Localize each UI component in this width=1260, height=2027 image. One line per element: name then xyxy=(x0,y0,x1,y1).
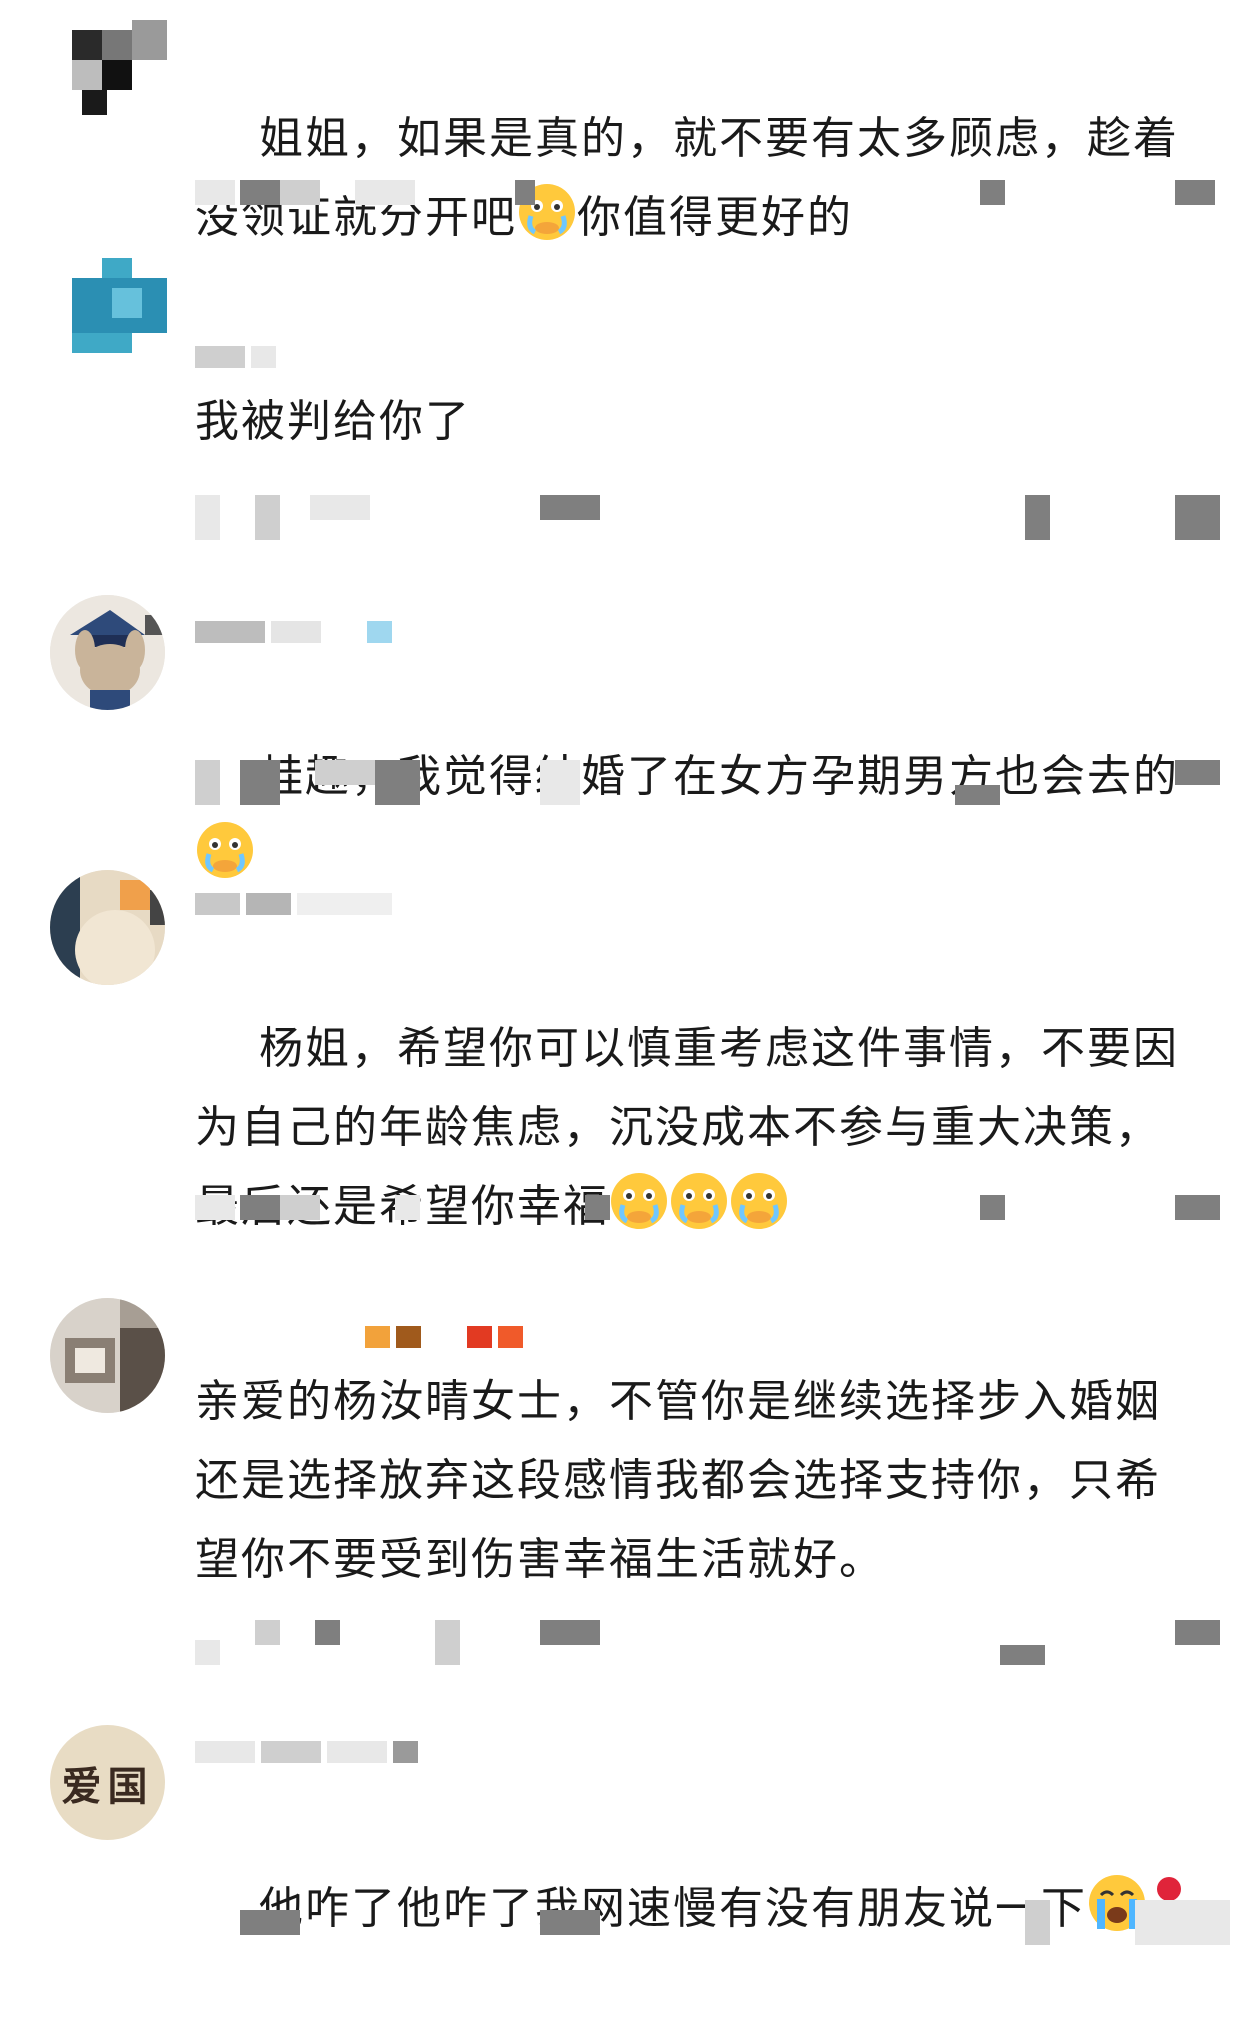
comment-meta-mosaic xyxy=(195,1900,1230,1945)
avatar-image xyxy=(72,258,167,353)
avatar-calligraphy: 爱国 xyxy=(61,1762,154,1810)
comment-text: 我被判给你了 xyxy=(195,396,471,447)
avatar[interactable] xyxy=(50,870,165,985)
username-mosaic[interactable] xyxy=(195,1740,418,1764)
username-mosaic[interactable] xyxy=(195,345,276,369)
avatar[interactable] xyxy=(72,258,167,353)
avatar-image xyxy=(72,20,167,115)
comment-text: 蛙趣，我觉得结婚了在女方孕期男方也会去的 xyxy=(195,658,1195,974)
comment-text: 亲爱的杨汝晴女士，不管你是继续选择步入婚姻还是选择放弃这段感情我都会选择支持你，… xyxy=(195,1376,1161,1585)
comment-meta-mosaic xyxy=(195,495,1230,540)
avatar[interactable]: 爱国 xyxy=(50,1725,165,1840)
comment-meta-mosaic xyxy=(195,1620,1230,1665)
comment-text: 杨姐，希望你可以慎重考虑这件事情，不要因为自己的年龄焦虑，沉没成本不参与重大决策… xyxy=(195,930,1195,1325)
avatar-image xyxy=(50,1298,165,1413)
username-mosaic[interactable] xyxy=(195,1325,523,1349)
comment-meta-mosaic xyxy=(195,1190,1230,1234)
avatar[interactable] xyxy=(50,1298,165,1413)
avatar-image xyxy=(50,870,165,985)
comment-meta-mosaic xyxy=(195,760,1230,805)
username-mosaic[interactable] xyxy=(195,892,392,916)
comment-meta-mosaic xyxy=(195,175,1230,219)
username-mosaic[interactable] xyxy=(195,620,392,644)
avatar-image xyxy=(50,595,165,710)
crying-face-emoji-icon xyxy=(197,822,253,878)
avatar[interactable] xyxy=(72,20,167,115)
avatar[interactable] xyxy=(50,595,165,710)
